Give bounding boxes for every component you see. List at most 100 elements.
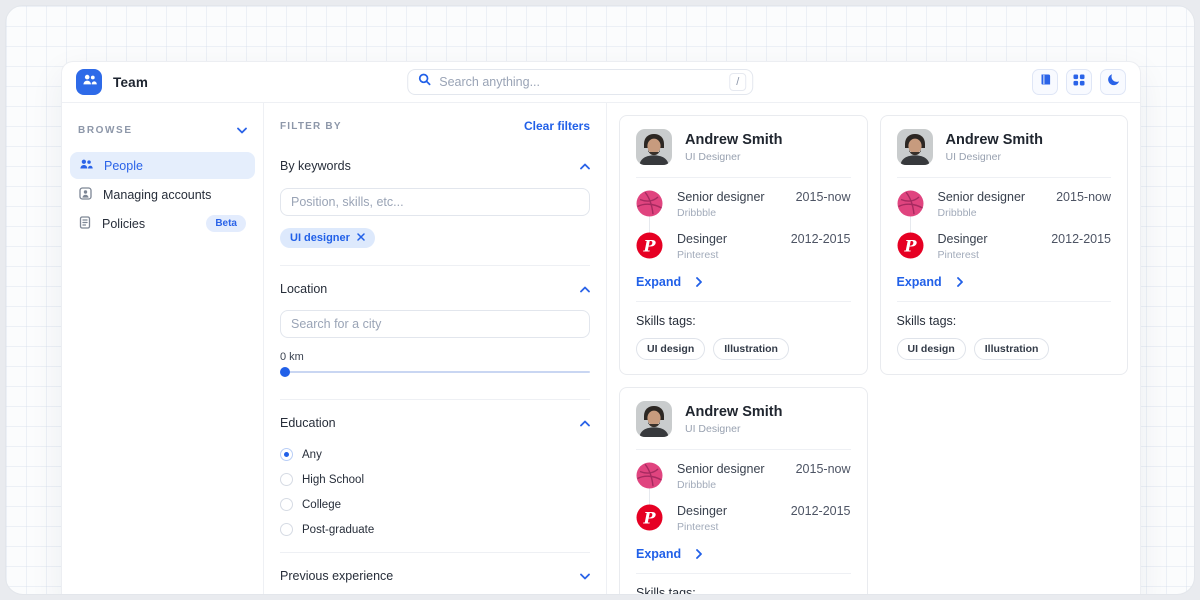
previous-experience-title: Previous experience <box>280 569 393 583</box>
dribbble-logo <box>897 190 924 217</box>
experience-title: Senior designer <box>677 462 765 476</box>
chevron-up-icon <box>580 280 590 298</box>
sidebar-item-policies[interactable]: Policies Beta <box>70 210 255 237</box>
experience-title: Desinger <box>938 232 988 246</box>
skill-chips: UI design Illustration <box>897 338 1112 360</box>
skill-chips: UI design Illustration <box>636 338 851 360</box>
slider-thumb[interactable] <box>280 367 290 377</box>
skill-chip[interactable]: UI design <box>636 338 705 360</box>
people-icon <box>79 158 93 173</box>
search-shortcut-key: / <box>729 73 746 91</box>
radio-button[interactable] <box>280 523 293 536</box>
radio-option-any[interactable]: Any <box>280 445 590 464</box>
experience-period: 2012-2015 <box>791 504 851 518</box>
expand-button[interactable]: Expand <box>636 275 851 289</box>
dribbble-logo <box>636 462 663 489</box>
keyword-tags: UI designer <box>280 228 590 248</box>
clear-filters-button[interactable]: Clear filters <box>524 119 590 133</box>
expand-button[interactable]: Expand <box>636 547 851 561</box>
filter-panel: FILTER BY Clear filters By keywords UI d… <box>264 103 607 595</box>
close-icon[interactable] <box>357 232 365 244</box>
person-card: Andrew Smith UI Designer <box>880 115 1129 375</box>
svg-text:P: P <box>642 509 656 528</box>
radio-option-post-graduate[interactable]: Post-graduate <box>280 520 590 539</box>
book-button[interactable] <box>1032 69 1058 95</box>
radio-button[interactable] <box>280 448 293 461</box>
divider <box>636 177 851 178</box>
radio-label: Any <box>302 449 322 461</box>
people-icon <box>82 73 97 91</box>
person-role: UI Designer <box>685 151 782 163</box>
experience-row: P Desinger Pinterest 2012-2015 <box>636 504 851 533</box>
empty-slot <box>880 387 1129 595</box>
keyword-tag[interactable]: UI designer <box>280 228 375 248</box>
radio-option-college[interactable]: College <box>280 495 590 514</box>
browse-section-header[interactable]: BROWSE <box>70 121 255 139</box>
global-search[interactable]: / <box>407 69 753 95</box>
experience-company: Dribbble <box>677 479 765 491</box>
expand-button[interactable]: Expand <box>897 275 1112 289</box>
pinterest-logo: P <box>897 232 924 259</box>
divider <box>280 552 590 553</box>
divider <box>280 265 590 266</box>
chevron-up-icon <box>580 157 590 175</box>
experience-company: Pinterest <box>677 249 727 261</box>
app-header: Team / <box>62 62 1140 103</box>
keywords-section-header[interactable]: By keywords <box>280 157 590 175</box>
radio-button[interactable] <box>280 473 293 486</box>
expand-label: Expand <box>636 547 681 561</box>
search-input[interactable] <box>439 75 729 89</box>
person-name: Andrew Smith <box>685 132 782 148</box>
results-area: Andrew Smith UI Designer <box>607 103 1140 595</box>
grid-button[interactable] <box>1066 69 1092 95</box>
person-role: UI Designer <box>946 151 1043 163</box>
keywords-title: By keywords <box>280 159 351 173</box>
experience-company: Pinterest <box>938 249 988 261</box>
distance-slider[interactable] <box>280 367 590 377</box>
sidebar-item-people[interactable]: People <box>70 152 255 179</box>
app-logo <box>76 69 102 95</box>
sidebar-item-label: People <box>104 159 143 173</box>
radio-label: High School <box>302 474 364 486</box>
city-search-input[interactable] <box>280 310 590 338</box>
experience-row: P Desinger Pinterest 2012-2015 <box>636 232 851 261</box>
experience-period: 2015-now <box>796 190 851 204</box>
dark-mode-button[interactable] <box>1100 69 1126 95</box>
experience-title: Desinger <box>677 232 727 246</box>
skill-chip[interactable]: UI design <box>897 338 966 360</box>
radio-button[interactable] <box>280 498 293 511</box>
experience-company: Dribbble <box>677 207 765 219</box>
keywords-input[interactable] <box>280 188 590 216</box>
chevron-right-icon <box>696 549 702 559</box>
sidebar: BROWSE People <box>62 103 264 595</box>
sidebar-item-managing-accounts[interactable]: Managing accounts <box>70 181 255 208</box>
sidebar-item-label: Policies <box>102 217 145 231</box>
education-section-header[interactable]: Education <box>280 414 590 432</box>
skill-chip[interactable]: Illustration <box>713 338 789 360</box>
header-actions <box>1032 69 1126 95</box>
chevron-down-icon <box>237 121 247 139</box>
pinterest-logo: P <box>636 232 663 259</box>
grid-icon <box>1073 73 1085 91</box>
chevron-right-icon <box>696 277 702 287</box>
previous-experience-section-header[interactable]: Previous experience <box>280 567 590 585</box>
experience-row: Senior designer Dribbble 2015-now <box>636 462 851 491</box>
experience-period: 2015-now <box>796 462 851 476</box>
search-icon <box>418 73 431 91</box>
slider-track[interactable] <box>280 371 590 373</box>
experience-timeline: Senior designer Dribbble 2015-now P <box>897 190 1112 261</box>
radio-option-high-school[interactable]: High School <box>280 470 590 489</box>
desktop-background: Team / <box>5 5 1195 595</box>
experience-period: 2012-2015 <box>1051 232 1111 246</box>
app-window: Team / <box>61 61 1141 595</box>
skills-label: Skills tags: <box>897 314 1112 328</box>
divider <box>636 449 851 450</box>
avatar <box>897 129 933 165</box>
experience-title: Desinger <box>677 504 727 518</box>
experience-row: Senior designer Dribbble 2015-now <box>897 190 1112 219</box>
skill-chip[interactable]: Illustration <box>974 338 1050 360</box>
location-section-header[interactable]: Location <box>280 280 590 298</box>
avatar <box>636 129 672 165</box>
radio-label: Post-graduate <box>302 524 374 536</box>
chevron-right-icon <box>957 277 963 287</box>
